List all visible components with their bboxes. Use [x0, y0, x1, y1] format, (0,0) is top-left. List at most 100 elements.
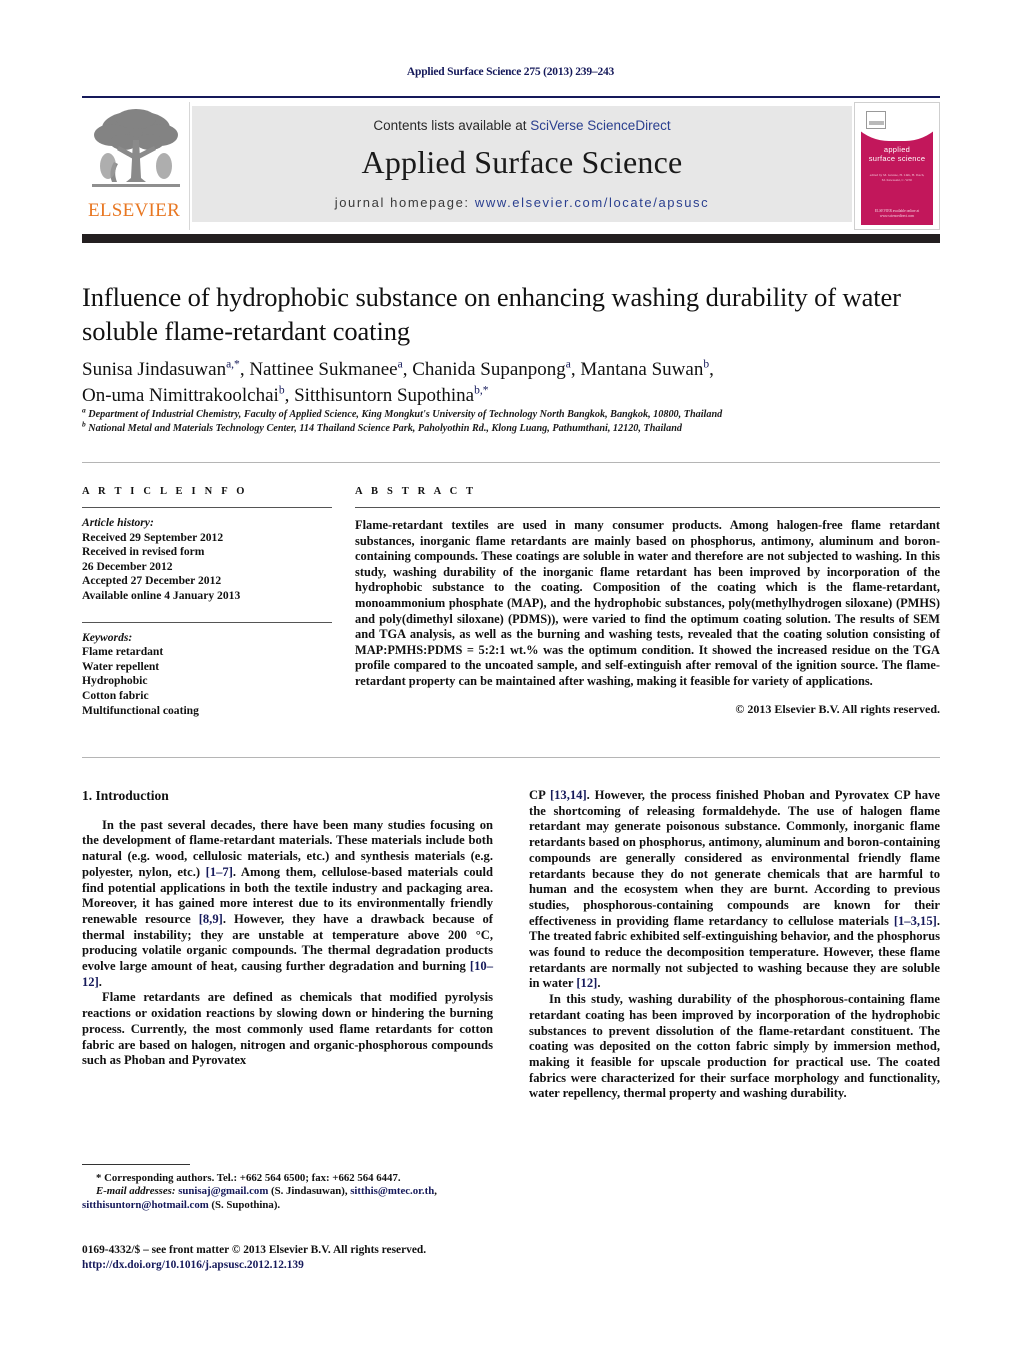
running-head: Applied Surface Science 275 (2013) 239–2… — [406, 66, 615, 78]
citation-12[interactable]: [12] — [576, 976, 597, 990]
intro-p1-d: . — [98, 974, 102, 989]
history-item-1: Received in revised form — [82, 545, 205, 559]
citation-1-3-15[interactable]: [1–3,15] — [894, 914, 937, 928]
affiliation-a-text: Department of Industrial Chemistry, Facu… — [88, 409, 723, 420]
abstract-column: A B S T R A C T Flame-retardant textiles… — [355, 462, 940, 717]
intro-p3-a: CP — [529, 788, 550, 802]
cover-footer: ELSEVIER available online at www.science… — [874, 209, 920, 218]
article-page: Applied Surface Science 275 (2013) 239–2… — [0, 0, 1021, 1351]
issn-copyright-line: 0169-4332/$ – see front matter © 2013 El… — [82, 1244, 427, 1256]
cover-inner: applied surface science edited by M. Gru… — [861, 107, 933, 225]
author-6-affil-marker: b,* — [474, 384, 489, 397]
author-4-name: Mantana Suwan — [580, 359, 704, 380]
history-item-0: Received 29 September 2012 — [82, 530, 224, 544]
intro-paragraph-1: In the past several decades, there have … — [82, 818, 493, 991]
intro-paragraph-4: In this study, washing durability of the… — [529, 992, 940, 1101]
journal-title: Applied Surface Science — [361, 144, 683, 180]
author-5-name: On-uma Nimittrakoolchai — [82, 385, 279, 406]
cover-body: applied surface science edited by M. Gru… — [861, 129, 933, 225]
footnote-rule — [82, 1164, 190, 1165]
email-link-2[interactable]: sitthis@mtec.or.th — [350, 1185, 434, 1197]
author-list: Sunisa Jindasuwana,*, Nattinee Sukmaneea… — [82, 358, 714, 406]
keywords-rule — [82, 621, 332, 623]
keyword-1: Water repellent — [82, 659, 160, 673]
author-2[interactable]: Nattinee Sukmaneea — [249, 359, 402, 380]
masthead-top-rule — [82, 96, 940, 98]
affiliation-a-marker: a — [82, 405, 86, 415]
sciencedirect-link[interactable]: SciVerse ScienceDirect — [530, 118, 670, 133]
cover-arc-shape — [861, 129, 933, 141]
cover-title: applied surface science — [861, 145, 933, 163]
author-3-affil-marker: a — [565, 358, 571, 371]
email-link-1[interactable]: sunisaj@gmail.com — [178, 1185, 268, 1197]
journal-masthead: ELSEVIER Contents lists available at Sci… — [82, 96, 940, 232]
elsevier-wordmark: ELSEVIER — [87, 200, 181, 221]
cover-title-line1: applied — [883, 145, 911, 154]
info-abstract-block: A R T I C L E I N F O Article history: R… — [82, 462, 940, 758]
body-column-right: CP [13,14]. However, the process finishe… — [529, 788, 940, 1102]
affiliation-list: a Department of Industrial Chemistry, Fa… — [82, 405, 942, 436]
abstract-heading: A B S T R A C T — [355, 486, 477, 497]
email-link-3[interactable]: sitthisuntorn@hotmail.com — [82, 1199, 209, 1211]
author-2-affil-marker: a — [397, 358, 403, 371]
keyword-4: Multifunctional coating — [82, 703, 199, 717]
homepage-prefix: journal homepage: — [334, 195, 475, 210]
info-abstract-bottom-rule — [82, 757, 940, 758]
journal-cover-thumbnail: applied surface science edited by M. Gru… — [854, 102, 940, 230]
affiliation-a: a Department of Industrial Chemistry, Fa… — [82, 405, 942, 422]
author-2-name: Nattinee Sukmanee — [249, 359, 398, 380]
intro-paragraph-3: CP [13,14]. However, the process finishe… — [529, 788, 940, 992]
keyword-2: Hydrophobic — [82, 674, 148, 688]
author-1[interactable]: Sunisa Jindasuwana,* — [82, 359, 240, 380]
masthead-dark-rule — [82, 234, 940, 243]
author-6[interactable]: Sitthisuntorn Supothinab,* — [294, 385, 488, 406]
article-history-label: Article history: — [82, 516, 154, 529]
author-4[interactable]: Mantana Suwanb — [580, 359, 709, 380]
author-5-affil-marker: b — [278, 384, 285, 397]
author-4-affil-marker: b — [703, 358, 710, 371]
article-history-block: Article history: Received 29 September 2… — [82, 516, 332, 604]
history-item-3: Accepted 27 December 2012 — [82, 574, 222, 588]
intro-p3-b: . However, the process finished Phoban a… — [529, 788, 940, 928]
doi-link[interactable]: http://dx.doi.org/10.1016/j.apsusc.2012.… — [82, 1258, 522, 1273]
author-6-name: Sitthisuntorn Supothina — [294, 385, 475, 406]
author-1-name: Sunisa Jindasuwan — [82, 359, 227, 380]
email-separator: , — [434, 1185, 437, 1198]
article-info-column: A R T I C L E I N F O Article history: R… — [82, 462, 332, 718]
elsevier-tree-icon — [86, 104, 186, 196]
footnote-block: * Corresponding authors. Tel.: +662 564 … — [82, 1164, 493, 1212]
affiliation-b-marker: b — [82, 419, 86, 429]
affiliation-b-text: National Metal and Materials Technology … — [88, 423, 682, 434]
author-3[interactable]: Chanida Supanponga — [412, 359, 571, 380]
intro-paragraph-2: Flame retardants are defined as chemical… — [82, 990, 493, 1068]
body-column-left: 1. Introduction In the past several deca… — [82, 788, 493, 1069]
author-5[interactable]: On-uma Nimittrakoolchaib — [82, 385, 285, 406]
citation-13-14[interactable]: [13,14] — [550, 788, 587, 802]
intro-p3-d: . — [597, 976, 601, 991]
abstract-text: Flame-retardant textiles are used in man… — [355, 518, 940, 688]
elsevier-logo: ELSEVIER — [82, 102, 190, 230]
copyright-line: © 2013 Elsevier B.V. All rights reserved… — [735, 701, 940, 716]
badge-bar — [869, 121, 884, 125]
contents-available-line: Contents lists available at SciVerse Sci… — [192, 118, 852, 133]
elsevier-badge-icon — [866, 111, 886, 129]
keywords-block: Keywords: Flame retardant Water repellen… — [82, 631, 332, 719]
email-3-owner: (S. Supothina). — [208, 1198, 281, 1211]
history-item-4: Available online 4 January 2013 — [82, 588, 241, 602]
keyword-0: Flame retardant — [82, 645, 164, 659]
cover-subtitle: edited by M. Grunze, H. Lüth, H. Ibach, … — [869, 173, 925, 182]
section-heading-introduction: 1. Introduction — [82, 788, 169, 803]
keywords-label: Keywords: — [82, 630, 133, 644]
citation-1-7[interactable]: [1–7] — [206, 865, 233, 879]
contents-prefix: Contents lists available at — [373, 118, 531, 133]
homepage-url-link[interactable]: www.elsevier.com/locate/apsusc — [475, 195, 709, 210]
article-info-heading: A R T I C L E I N F O — [82, 486, 248, 497]
abstract-rule — [355, 507, 940, 508]
affiliation-b: b National Metal and Materials Technolog… — [82, 419, 942, 436]
author-1-affil-marker: a,* — [226, 358, 240, 371]
citation-8-9[interactable]: [8,9] — [199, 912, 223, 926]
keyword-3: Cotton fabric — [82, 688, 149, 702]
imprint-block: 0169-4332/$ – see front matter © 2013 El… — [82, 1243, 522, 1273]
journal-homepage-line: journal homepage: www.elsevier.com/locat… — [192, 195, 852, 210]
email-1-owner: (S. Jindasuwan), — [268, 1185, 351, 1198]
